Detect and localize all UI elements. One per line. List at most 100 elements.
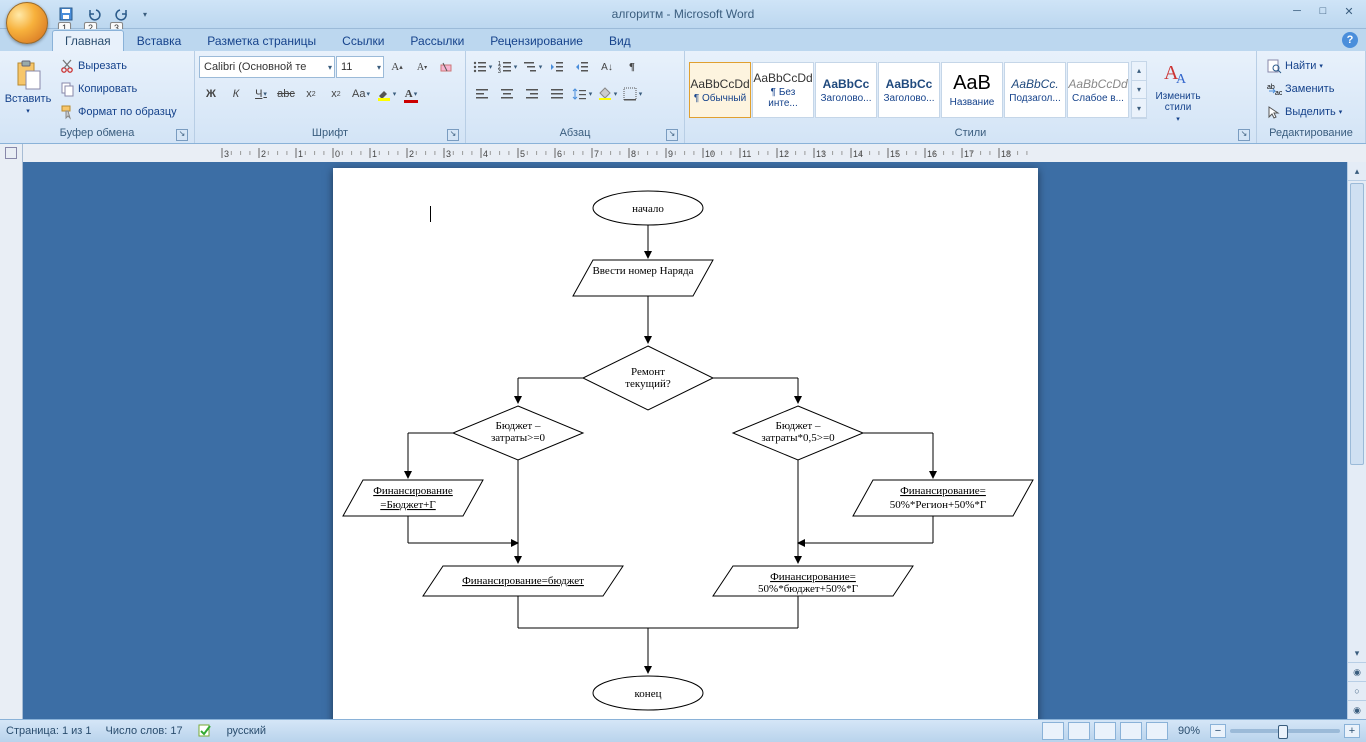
superscript-button[interactable]: x2 [324, 82, 348, 106]
increase-indent-button[interactable] [570, 55, 594, 79]
paragraph-dialog-launcher[interactable]: ↘ [666, 129, 678, 141]
styles-expand[interactable]: ▾ [1132, 99, 1146, 118]
style-item-5[interactable]: AaBbCc.Подзагол... [1004, 62, 1066, 118]
cut-button[interactable]: Вырезать [54, 55, 182, 77]
vertical-scrollbar[interactable]: ▴ ▾ ◉ ○ ◉ [1347, 162, 1366, 720]
align-right-button[interactable] [520, 82, 544, 106]
svg-text:конец: конец [634, 688, 661, 700]
numbering-button[interactable]: 123 [495, 55, 519, 79]
align-left-button[interactable] [470, 82, 494, 106]
minimize-button[interactable]: ─ [1284, 2, 1310, 20]
qat-customize-button[interactable]: ▾ [138, 2, 152, 26]
svg-text:13: 13 [816, 149, 826, 159]
view-print-layout[interactable] [1042, 722, 1064, 740]
zoom-in-button[interactable]: + [1344, 724, 1360, 738]
browse-next-button[interactable]: ◉ [1348, 701, 1366, 720]
tab-layout[interactable]: Разметка страницы [194, 30, 329, 51]
tab-review[interactable]: Рецензирование [477, 30, 596, 51]
style-item-1[interactable]: AaBbCcDd¶ Без инте... [752, 62, 814, 118]
browse-object-button[interactable]: ○ [1348, 682, 1366, 701]
scroll-down-button[interactable]: ▾ [1348, 644, 1366, 663]
svg-text:6: 6 [557, 149, 562, 159]
office-button[interactable] [6, 2, 48, 44]
scroll-thumb[interactable] [1350, 183, 1364, 465]
align-center-button[interactable] [495, 82, 519, 106]
tab-insert[interactable]: Вставка [124, 30, 195, 51]
styles-scroll[interactable]: ▴ ▾ ▾ [1131, 61, 1147, 119]
page[interactable]: начало Ввести номер Наряда Ремонт текущи… [333, 168, 1038, 720]
browse-prev-button[interactable]: ◉ [1348, 663, 1366, 682]
line-spacing-button[interactable] [570, 82, 594, 106]
zoom-slider[interactable] [1230, 729, 1340, 733]
font-color-button[interactable]: A [399, 82, 423, 106]
group-font: Calibri (Основной те▾ 11▾ A▴ A▾ Ж К Ч ab… [195, 51, 466, 143]
styles-dialog-launcher[interactable]: ↘ [1238, 129, 1250, 141]
style-item-4[interactable]: AaBНазвание [941, 62, 1003, 118]
font-name-combo[interactable]: Calibri (Основной те▾ [199, 56, 335, 78]
grow-font-button[interactable]: A▴ [385, 55, 409, 79]
highlight-button[interactable] [374, 82, 398, 106]
styles-scroll-up[interactable]: ▴ [1132, 62, 1146, 81]
font-size-combo[interactable]: 11▾ [336, 56, 384, 78]
svg-text:Бюджет –: Бюджет – [495, 420, 540, 432]
italic-button[interactable]: К [224, 82, 248, 106]
styles-scroll-down[interactable]: ▾ [1132, 81, 1146, 100]
svg-text:9: 9 [668, 149, 673, 159]
strikethrough-button[interactable]: abc [274, 82, 298, 106]
styles-gallery[interactable]: AaBbCcDd¶ ОбычныйAaBbCcDd¶ Без инте...Aa… [689, 62, 1129, 118]
ruler-corner[interactable] [0, 144, 23, 162]
copy-button[interactable]: Копировать [54, 78, 182, 100]
style-item-3[interactable]: AaBbCcЗаголово... [878, 62, 940, 118]
sort-button[interactable]: A↓ [595, 55, 619, 79]
multilevel-button[interactable] [520, 55, 544, 79]
replace-button[interactable]: abacЗаменить [1261, 78, 1339, 100]
horizontal-ruler[interactable]: 3210123456789101112131415161718 [23, 144, 1366, 163]
svg-text:начало: начало [632, 203, 664, 215]
clipboard-dialog-launcher[interactable]: ↘ [176, 129, 188, 141]
zoom-out-button[interactable]: − [1210, 724, 1226, 738]
group-clipboard: Вставить▾ Вырезать Копировать Формат по … [0, 51, 195, 143]
select-button[interactable]: Выделить ▾ [1261, 101, 1347, 123]
style-item-6[interactable]: AaBbCcDdСлабое в... [1067, 62, 1129, 118]
proofing-icon[interactable] [197, 722, 213, 741]
tab-mailings[interactable]: Рассылки [397, 30, 477, 51]
bold-button[interactable]: Ж [199, 82, 223, 106]
zoom-level[interactable]: 90% [1178, 725, 1200, 737]
scroll-up-button[interactable]: ▴ [1348, 162, 1366, 181]
tab-home[interactable]: Главная [52, 30, 124, 51]
window-title: алгоритм - Microsoft Word [612, 7, 755, 21]
format-painter-button[interactable]: Формат по образцу [54, 101, 182, 123]
status-words[interactable]: Число слов: 17 [106, 725, 183, 737]
view-outline[interactable] [1120, 722, 1142, 740]
find-button[interactable]: Найти ▾ [1261, 55, 1328, 77]
borders-button[interactable] [620, 82, 644, 106]
change-styles-button[interactable]: AA Изменить стили▾ [1149, 56, 1207, 124]
style-item-2[interactable]: AaBbCcЗаголово... [815, 62, 877, 118]
help-button[interactable]: ? [1342, 32, 1358, 48]
view-full-screen[interactable] [1068, 722, 1090, 740]
underline-button[interactable]: Ч [249, 82, 273, 106]
decrease-indent-button[interactable] [545, 55, 569, 79]
view-web-layout[interactable] [1094, 722, 1116, 740]
shrink-font-button[interactable]: A▾ [410, 55, 434, 79]
tab-references[interactable]: Ссылки [329, 30, 397, 51]
vertical-ruler[interactable] [0, 162, 23, 720]
subscript-button[interactable]: x2 [299, 82, 323, 106]
change-case-button[interactable]: Aa [349, 82, 373, 106]
paste-button[interactable]: Вставить▾ [4, 53, 52, 121]
clear-formatting-button[interactable] [435, 55, 459, 79]
style-item-0[interactable]: AaBbCcDd¶ Обычный [689, 62, 751, 118]
shading-button[interactable] [595, 82, 619, 106]
document-area[interactable]: начало Ввести номер Наряда Ремонт текущи… [23, 162, 1347, 720]
status-language[interactable]: русский [227, 725, 266, 737]
tab-view[interactable]: Вид [596, 30, 644, 51]
close-button[interactable]: ✕ [1336, 2, 1362, 20]
font-dialog-launcher[interactable]: ↘ [447, 129, 459, 141]
bullets-button[interactable] [470, 55, 494, 79]
justify-button[interactable] [545, 82, 569, 106]
svg-text:ac: ac [1275, 90, 1282, 97]
maximize-button[interactable]: □ [1310, 2, 1336, 20]
view-draft[interactable] [1146, 722, 1168, 740]
show-marks-button[interactable]: ¶ [620, 55, 644, 79]
status-page[interactable]: Страница: 1 из 1 [6, 725, 92, 737]
